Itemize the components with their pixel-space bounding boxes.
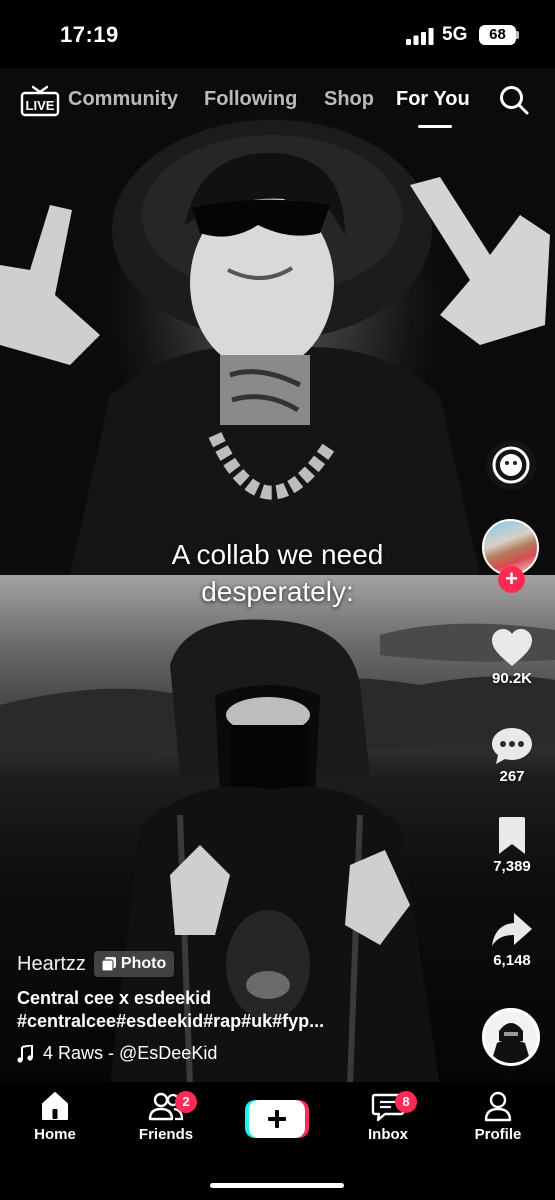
caption-line-2: desperately: xyxy=(201,576,354,607)
photo-badge-label: Photo xyxy=(120,955,167,972)
tab-shop[interactable]: Shop xyxy=(324,88,374,111)
tab-inbox-label: Inbox xyxy=(368,1126,408,1143)
post-title: Central cee x esdeekid xyxy=(17,988,212,1008)
like-count: 90.2K xyxy=(491,670,533,687)
plus-icon xyxy=(245,1100,309,1138)
sound-cover-art xyxy=(485,1011,537,1063)
home-icon xyxy=(42,1092,68,1120)
top-nav: LIVE Community Following Shop For You xyxy=(0,76,555,128)
tab-home[interactable]: Home xyxy=(10,1090,100,1143)
smile-search-icon xyxy=(492,446,530,484)
battery-icon: 68 xyxy=(479,25,516,45)
caption-line-1: A collab we need xyxy=(171,539,384,570)
bookmark-icon xyxy=(499,817,525,854)
photo-top-artwork xyxy=(0,120,550,575)
status-time: 17:19 xyxy=(60,22,119,47)
signal-icon xyxy=(406,28,434,45)
post-caption-overlay: A collab we need desperately: xyxy=(90,536,465,610)
tab-home-label: Home xyxy=(34,1126,76,1143)
battery-tip xyxy=(516,31,519,39)
share-count: 6,148 xyxy=(493,952,531,969)
network-type: 5G xyxy=(442,24,468,45)
tab-for-you[interactable]: For You xyxy=(396,88,470,111)
music-note-icon xyxy=(17,1044,33,1063)
live-label: LIVE xyxy=(26,98,55,113)
live-tv-icon: LIVE xyxy=(20,85,60,117)
post-info: Heartzz Photo Central cee x esdeekid #ce… xyxy=(17,950,467,1064)
share-button[interactable]: 6,148 xyxy=(480,910,544,969)
comment-count: 267 xyxy=(499,768,525,785)
music-disc[interactable] xyxy=(482,1008,540,1066)
status-bar: 17:19 5G 68 xyxy=(0,0,555,68)
comment-icon xyxy=(492,728,532,764)
tab-friends-label: Friends xyxy=(138,1126,194,1143)
tab-inbox[interactable]: Inbox 8 xyxy=(343,1090,433,1143)
post-hashtags: #centralcee#esdeekid#rap#uk#fyp... xyxy=(17,1011,325,1031)
active-tab-indicator xyxy=(418,125,452,128)
ai-search-button[interactable] xyxy=(486,440,536,490)
author-row: Heartzz Photo xyxy=(17,950,467,978)
like-button[interactable]: 90.2K xyxy=(480,628,544,687)
friends-badge: 2 xyxy=(175,1091,197,1113)
comment-button[interactable]: 267 xyxy=(480,726,544,785)
post-photo-top[interactable] xyxy=(0,65,555,575)
photo-badge: Photo xyxy=(93,951,175,977)
share-arrow-icon xyxy=(492,913,532,946)
save-button[interactable]: 7,389 xyxy=(480,816,544,875)
tab-profile-label: Profile xyxy=(474,1126,522,1143)
post-description[interactable]: Central cee x esdeekid #centralcee#esdee… xyxy=(17,987,467,1033)
live-button[interactable]: LIVE xyxy=(20,85,60,117)
follow-button[interactable]: + xyxy=(498,566,525,593)
inbox-badge: 8 xyxy=(395,1091,417,1113)
tab-profile[interactable]: Profile xyxy=(453,1090,543,1143)
save-count: 7,389 xyxy=(493,858,531,875)
home-indicator xyxy=(210,1183,344,1188)
author-name[interactable]: Heartzz xyxy=(17,953,86,976)
search-icon[interactable] xyxy=(498,84,530,116)
sound-name: 4 Raws - @EsDeeKid xyxy=(43,1043,218,1063)
photo-icon xyxy=(101,957,116,971)
tab-community[interactable]: Community xyxy=(68,88,178,111)
heart-icon xyxy=(492,629,532,666)
tab-friends[interactable]: Friends 2 xyxy=(121,1090,211,1143)
create-post-button[interactable] xyxy=(245,1100,309,1138)
tab-following[interactable]: Following xyxy=(204,88,297,111)
sound-link[interactable]: 4 Raws - @EsDeeKid xyxy=(17,1043,467,1064)
profile-icon xyxy=(484,1091,512,1122)
